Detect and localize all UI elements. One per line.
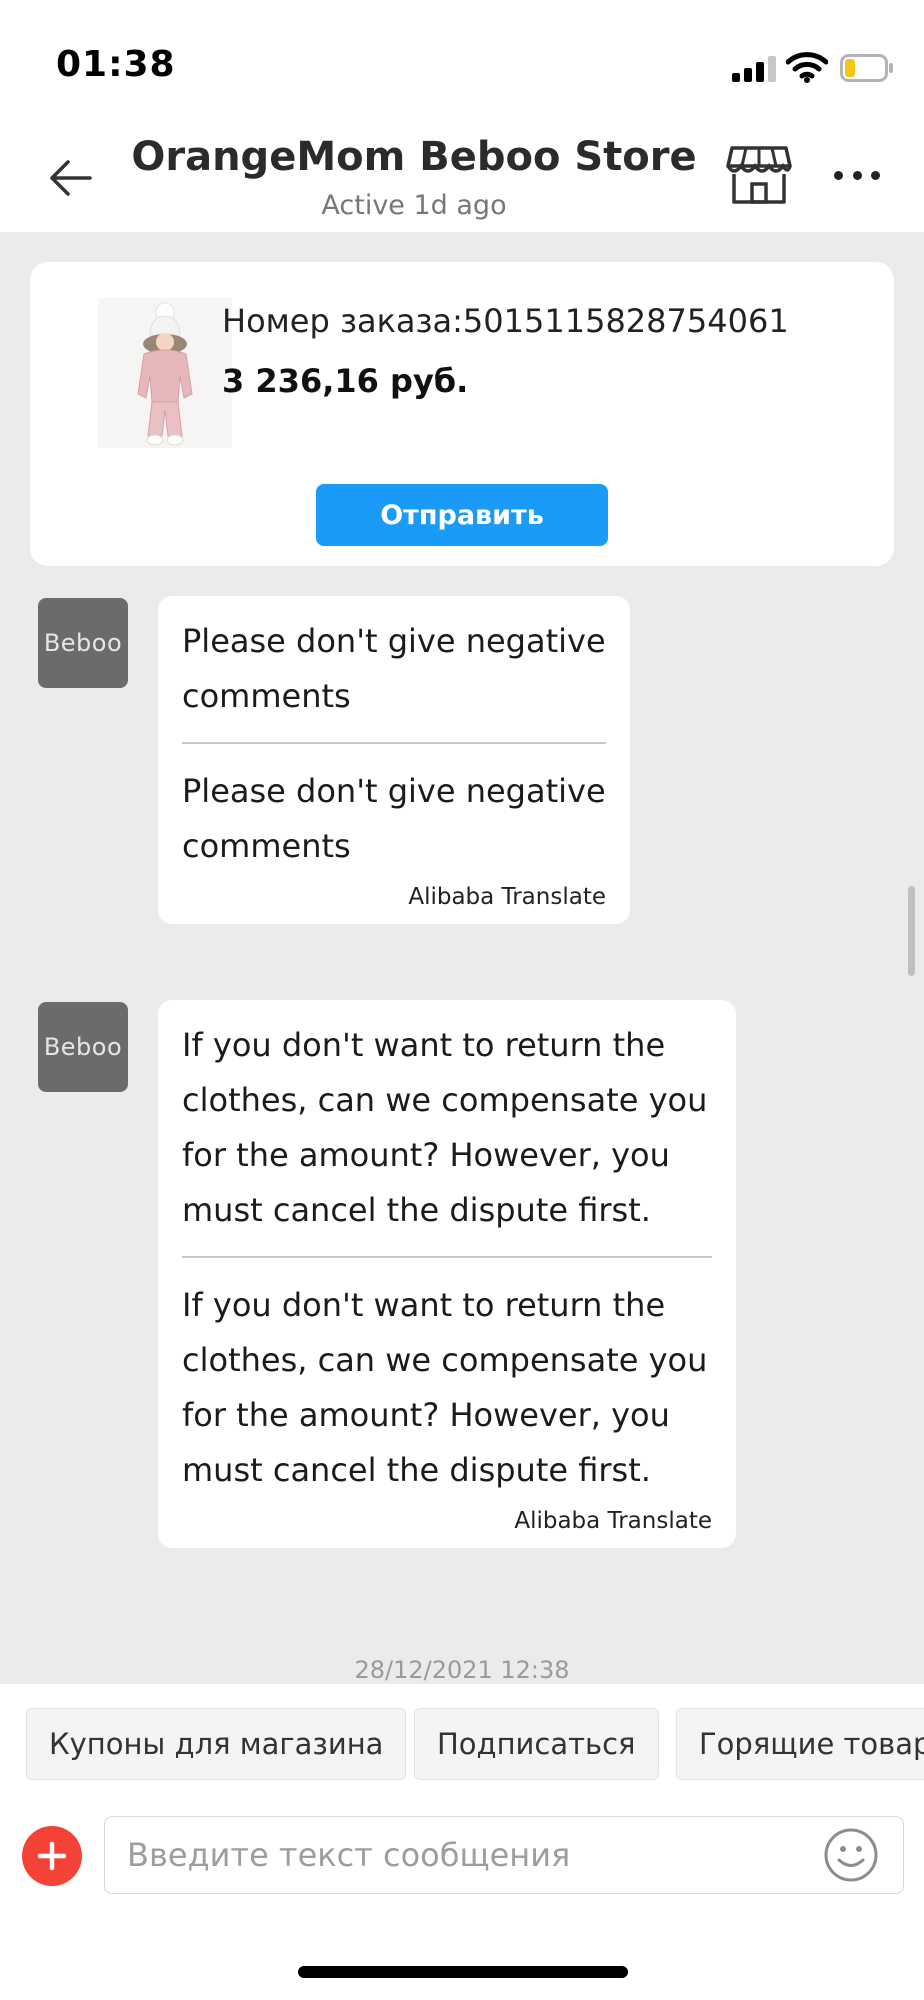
quick-reply-coupons[interactable]: Купоны для магазина	[26, 1708, 407, 1780]
message-bubble[interactable]: Please don't give negative comments Plea…	[158, 596, 630, 924]
active-status: Active 1d ago	[321, 190, 507, 221]
message-translation: If you don't want to return the clothes,…	[182, 1286, 708, 1489]
status-time: 01:38	[56, 44, 176, 85]
chat-header: OrangeMom Beboo Store Active 1d ago	[0, 120, 924, 232]
home-indicator[interactable]	[298, 1966, 628, 1978]
translator-label: Alibaba Translate	[408, 884, 606, 910]
quick-reply-bar[interactable]: Купоны для магазина Подписаться Горящие …	[0, 1684, 924, 1796]
message-original: If you don't want to return the clothes,…	[182, 1026, 708, 1229]
translation-divider	[182, 742, 606, 744]
translator-label: Alibaba Translate	[514, 1508, 712, 1534]
message-original: Please don't give negative comments	[182, 622, 606, 715]
message-field[interactable]	[104, 1816, 904, 1894]
order-price: 3 236,16 руб.	[222, 362, 469, 400]
chat-scrollbar[interactable]	[908, 886, 915, 976]
store-title[interactable]: OrangeMom Beboo Store	[0, 134, 828, 180]
chat-area[interactable]: Номер заказа:5015115828754061 3 236,16 р…	[0, 232, 924, 1684]
message-bubble[interactable]: If you don't want to return the clothes,…	[158, 1000, 736, 1548]
avatar[interactable]: Beboo	[38, 598, 128, 688]
message-timestamp: 28/12/2021 12:38	[354, 1656, 570, 1684]
status-bar: 01:38	[0, 0, 924, 120]
translation-divider	[182, 1256, 712, 1258]
order-number: Номер заказа:5015115828754061	[222, 302, 789, 340]
message-input[interactable]	[127, 1829, 807, 1881]
storefront-icon[interactable]	[726, 144, 792, 206]
order-card[interactable]: Номер заказа:5015115828754061 3 236,16 р…	[30, 262, 894, 566]
message-translation: Please don't give negative comments	[182, 772, 606, 865]
composer-bar	[0, 1796, 924, 1916]
send-order-button[interactable]: Отправить	[316, 484, 608, 546]
wifi-icon	[786, 52, 828, 83]
product-image[interactable]	[98, 298, 232, 448]
more-options-button[interactable]	[826, 160, 888, 190]
quick-reply-subscribe[interactable]: Подписаться	[414, 1708, 659, 1780]
smiley-icon[interactable]	[823, 1827, 879, 1883]
add-attachment-button[interactable]	[22, 1826, 82, 1886]
plus-circle-icon	[37, 1841, 67, 1871]
more-horizontal-icon	[834, 170, 843, 180]
cellular-signal-icon	[732, 56, 776, 82]
battery-icon	[840, 54, 893, 82]
quick-reply-hot-deals[interactable]: Горящие товары	[676, 1708, 924, 1780]
avatar[interactable]: Beboo	[38, 1002, 128, 1092]
